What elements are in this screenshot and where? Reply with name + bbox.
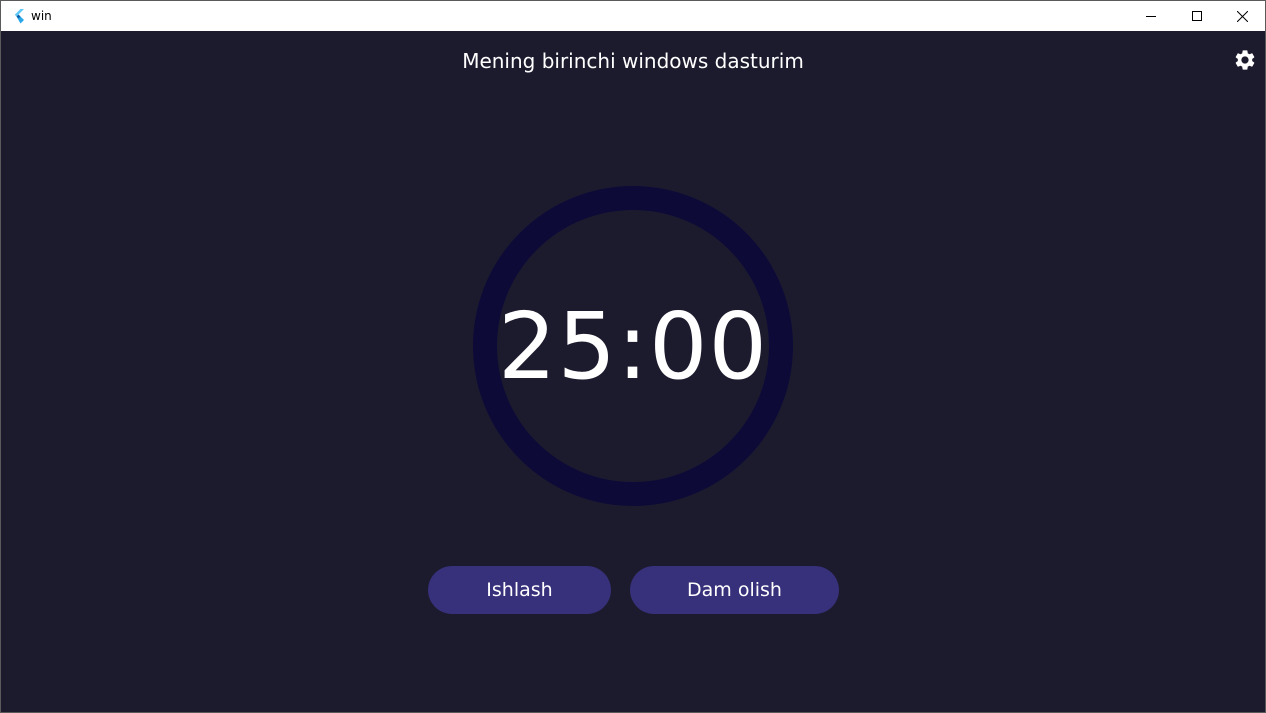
maximize-button[interactable] bbox=[1174, 1, 1220, 31]
app-window: win Mening birinchi windows dasturim 25: bbox=[0, 0, 1266, 713]
close-icon bbox=[1236, 10, 1248, 22]
work-mode-button[interactable]: Ishlash bbox=[428, 566, 611, 614]
app-content: Mening birinchi windows dasturim 25:00 I… bbox=[1, 31, 1265, 712]
minimize-button[interactable] bbox=[1128, 1, 1174, 31]
rest-mode-button[interactable]: Dam olish bbox=[630, 566, 839, 614]
minimize-icon bbox=[1146, 16, 1156, 17]
app-heading: Mening birinchi windows dasturim bbox=[462, 49, 804, 73]
flutter-logo-icon bbox=[14, 9, 24, 24]
timer-display: 25:00 bbox=[497, 292, 769, 400]
maximize-icon bbox=[1192, 11, 1202, 21]
close-button[interactable] bbox=[1219, 1, 1265, 31]
gear-icon[interactable] bbox=[1233, 48, 1257, 72]
window-title: win bbox=[31, 9, 52, 23]
title-bar[interactable]: win bbox=[1, 1, 1265, 31]
